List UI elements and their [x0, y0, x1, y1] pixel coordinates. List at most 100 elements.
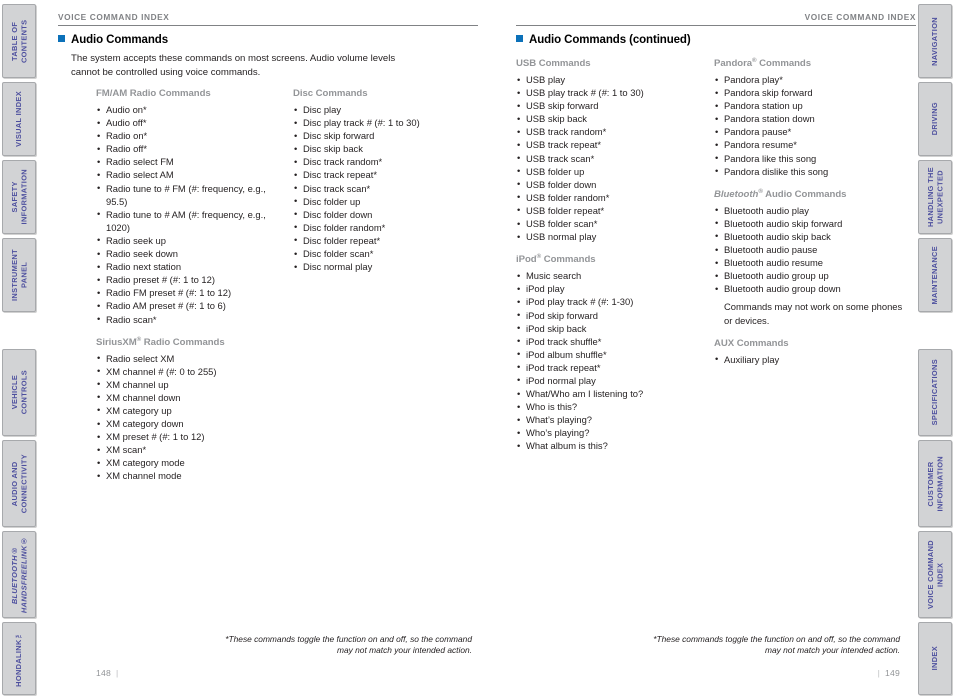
- command-list-item: USB track repeat*: [516, 138, 706, 151]
- command-list-item: Music search: [516, 269, 706, 282]
- left-footnote: *These commands toggle the function on a…: [225, 634, 472, 656]
- command-list-item: iPod play track # (#: 1-30): [516, 295, 706, 308]
- sidebar-tab-label: NAVIGATION: [930, 16, 940, 66]
- left-column-1: FM/AM Radio CommandsAudio on*Audio off*R…: [96, 88, 276, 494]
- right-page: VOICE COMMAND INDEX Audio Commands (cont…: [500, 0, 916, 699]
- page-number-divider: |: [877, 668, 881, 678]
- command-list-item: XM scan*: [96, 443, 276, 456]
- command-list-item: Disc play: [293, 102, 473, 116]
- command-group: FM/AM Radio CommandsAudio on*Audio off*R…: [96, 88, 276, 326]
- command-list-item: iPod skip forward: [516, 308, 706, 322]
- sidebar-tab-vehicle-controls[interactable]: VEHICLE CONTROLS: [2, 349, 36, 436]
- command-list-item: Radio select XM: [96, 351, 276, 365]
- command-list-item: USB play track # (#: 1 to 30): [516, 86, 706, 99]
- command-list-item: Radio seek up: [96, 233, 276, 247]
- command-group-title: USB Commands: [516, 58, 591, 69]
- sidebar-tab-label: SPECIFICATIONS: [930, 359, 940, 426]
- sidebar-tab-label: DRIVING: [930, 102, 940, 136]
- command-list-item: What/Who am I listening to?: [516, 387, 706, 400]
- command-group: Disc Commands Disc playDisc play track # …: [293, 88, 473, 273]
- command-list: Auxiliary play: [714, 352, 909, 366]
- left-section-heading: Audio Commands: [58, 34, 168, 46]
- command-list-item: Bluetooth audio group down: [714, 282, 909, 295]
- square-bullet-icon: [516, 35, 523, 42]
- command-list-item: Who is this?: [516, 400, 706, 413]
- command-list-item: Audio on*: [96, 102, 276, 116]
- right-page-number: | 149: [873, 668, 900, 678]
- sidebar-tab-navigation[interactable]: NAVIGATION: [918, 4, 952, 78]
- sidebar-tab-handling-the-unexpected[interactable]: HANDLING THE UNEXPECTED: [918, 160, 952, 234]
- right-section-heading: Audio Commands (continued): [516, 34, 691, 46]
- command-list-item: Radio on*: [96, 129, 276, 142]
- sidebar-tab-label: CUSTOMER INFORMATION: [925, 455, 945, 512]
- sidebar-tab-visual-index[interactable]: VISUAL INDEX: [2, 82, 36, 156]
- command-group-title: SiriusXM® Radio Commands: [96, 335, 225, 348]
- command-list-item: Bluetooth audio play: [714, 203, 909, 217]
- left-page-header-text: VOICE COMMAND INDEX: [58, 12, 170, 22]
- command-list-item: Auxiliary play: [714, 352, 909, 366]
- command-list-item: USB skip forward: [516, 99, 706, 112]
- command-list-item: Radio select FM: [96, 155, 276, 168]
- sidebar-tab-driving[interactable]: DRIVING: [918, 82, 952, 156]
- command-list-item: XM category down: [96, 417, 276, 430]
- command-list-item: XM channel up: [96, 377, 276, 391]
- command-group: Bluetooth® Audio Commands Bluetooth audio…: [714, 187, 909, 327]
- command-list: USB playUSB play track # (#: 1 to 30)USB…: [516, 72, 706, 243]
- command-list-item: Disc folder scan*: [293, 247, 473, 260]
- sidebar-tab-label: SAFETY INFORMATION: [9, 169, 29, 225]
- right-footnote: *These commands toggle the function on a…: [653, 634, 900, 656]
- command-list-item: Disc folder random*: [293, 220, 473, 234]
- right-page-header-rule: [516, 25, 916, 26]
- command-group: USB Commands USB playUSB play track # (#:…: [516, 58, 706, 243]
- right-page-number-value: 149: [885, 668, 900, 678]
- sidebar-tab-table-of-contents[interactable]: TABLE OF CONTENTS: [2, 4, 36, 78]
- command-list: Pandora play*Pandora skip forwardPandora…: [714, 72, 909, 178]
- sidebar-tab-label: VOICE COMMAND INDEX: [925, 539, 945, 609]
- sidebar-tab-specifications[interactable]: SPECIFICATIONS: [918, 349, 952, 436]
- right-tab-rail: NAVIGATION DRIVING HANDLING THE UNEXPECTED…: [916, 0, 954, 699]
- sidebar-tab-safety-information[interactable]: SAFETY INFORMATION: [2, 160, 36, 234]
- command-list-item: Disc folder up: [293, 194, 473, 208]
- sidebar-tab-hondalink[interactable]: HONDALINK™: [2, 622, 36, 695]
- command-list-item: Pandora dislike this song: [714, 164, 909, 178]
- command-list-item: USB track random*: [516, 125, 706, 138]
- command-list-item: Disc folder down: [293, 207, 473, 221]
- command-list-item: Bluetooth audio pause: [714, 243, 909, 256]
- command-list-item: Who’s playing?: [516, 426, 706, 439]
- sidebar-tab-index[interactable]: INDEX: [918, 622, 952, 695]
- right-page-header-text: VOICE COMMAND INDEX: [804, 12, 916, 22]
- sidebar-tab-label: VISUAL INDEX: [14, 91, 24, 147]
- right-page-header: VOICE COMMAND INDEX: [516, 12, 916, 26]
- command-group: Pandora® Commands Pandora play*Pandora sk…: [714, 57, 909, 178]
- sidebar-tab-instrument-panel[interactable]: INSTRUMENT PANEL: [2, 238, 36, 312]
- sidebar-tab-label: HONDALINK™: [14, 630, 24, 687]
- sidebar-tab-label: HANDLING THE UNEXPECTED: [925, 166, 945, 228]
- command-group: iPod® CommandsMusic searchiPod playiPod …: [516, 253, 706, 452]
- right-section-heading-text: Audio Commands (continued): [529, 34, 691, 46]
- sidebar-tab-customer-information[interactable]: CUSTOMER INFORMATION: [918, 440, 952, 527]
- sidebar-tab-audio-and-connectivity[interactable]: AUDIO AND CONNECTIVITY: [2, 440, 36, 527]
- command-list-item: Disc folder repeat*: [293, 233, 473, 247]
- command-list-item: XM category mode: [96, 456, 276, 469]
- command-list-item: Disc track random*: [293, 155, 473, 168]
- command-list-item: iPod skip back: [516, 321, 706, 335]
- command-list-item: Radio off*: [96, 142, 276, 155]
- command-list-item: XM channel mode: [96, 469, 276, 482]
- sidebar-tab-bluetooth-handsfreelink[interactable]: BLUETOOTH® HANDSFREELINK®: [2, 531, 36, 618]
- command-list-item: USB skip back: [516, 112, 706, 125]
- sidebar-tab-label: BLUETOOTH® HANDSFREELINK®: [9, 535, 29, 614]
- sidebar-tab-voice-command-index[interactable]: VOICE COMMAND INDEX: [918, 531, 952, 618]
- command-list-item: Pandora station up: [714, 99, 909, 112]
- left-intro-paragraph: The system accepts these commands on mos…: [71, 53, 396, 78]
- command-group: SiriusXM® Radio Commands Radio select XM X…: [96, 335, 276, 483]
- left-column-2: Disc Commands Disc playDisc play track # …: [293, 88, 473, 284]
- command-list-item: Disc play track # (#: 1 to 30): [293, 116, 473, 129]
- sidebar-tab-maintenance[interactable]: MAINTENANCE: [918, 238, 952, 312]
- command-group-note: Commands may not work on some phones or …: [724, 301, 903, 326]
- command-list-item: Radio select AM: [96, 168, 276, 181]
- left-page-header: VOICE COMMAND INDEX: [58, 12, 478, 26]
- command-list: Disc playDisc play track # (#: 1 to 30) D…: [293, 102, 473, 273]
- command-group-title: FM/AM Radio Commands: [96, 88, 211, 99]
- command-group-title: Bluetooth® Audio Commands: [714, 187, 847, 200]
- command-list-item: Radio FM preset # (#: 1 to 12): [96, 286, 276, 299]
